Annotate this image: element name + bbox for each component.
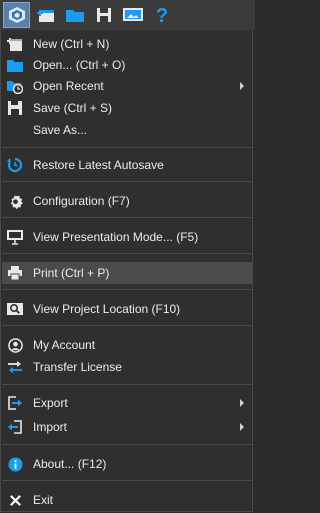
info-icon [7,456,23,472]
toolbar: ? [0,0,255,30]
open-button[interactable] [61,2,88,28]
menu-item-about[interactable]: About... (F12) [2,453,252,475]
location-icon [7,301,23,317]
save-button[interactable] [90,2,117,28]
menu-item-print[interactable]: Print (Ctrl + P) [2,262,252,284]
menu-separator [2,147,252,148]
menu-item-label: Open... (Ctrl + O) [33,58,126,72]
submenu-arrow-icon [240,423,244,431]
svg-text:?: ? [155,5,167,25]
app-logo-icon [8,7,25,23]
open-folder-icon [65,10,84,22]
menu-item-label: Import [33,420,68,434]
menu-separator [2,480,252,481]
menu-item-exit[interactable]: Exit [2,489,252,511]
file-menu: New (Ctrl + N) Open... (Ctrl + O) Open R… [0,30,253,512]
menu-item-project-location[interactable]: View Project Location (F10) [2,298,252,320]
account-icon [7,337,23,353]
menu-item-save[interactable]: Save (Ctrl + S) [2,97,252,119]
menu-separator [2,325,252,326]
menu-item-label: Export [33,396,68,410]
menu-item-label: View Project Location (F10) [33,302,181,316]
menu-separator [2,289,252,290]
help-button[interactable]: ? [148,2,175,28]
menu-item-label: Print (Ctrl + P) [33,266,110,280]
menu-item-label: Configuration (F7) [33,194,130,208]
printer-icon [7,265,23,281]
menu-separator [2,384,252,385]
menu-item-my-account[interactable]: My Account [2,334,252,356]
presentation-button[interactable] [119,2,146,28]
new-project-icon [36,10,54,22]
export-icon [7,395,23,411]
menu-item-label: Open Recent [33,79,104,93]
menu-item-import[interactable]: Import [2,416,252,438]
menu-separator [2,217,252,218]
submenu-arrow-icon [240,399,244,407]
menu-item-transfer-license[interactable]: Transfer License [2,356,252,378]
menu-separator [2,444,252,445]
menu-item-label: New (Ctrl + N) [33,37,110,51]
menu-item-label: My Account [33,338,96,352]
menu-item-label: Save As... [33,123,88,137]
presentation-icon [122,8,143,21]
menu-item-configuration[interactable]: Configuration (F7) [2,190,252,212]
menu-item-restore-autosave[interactable]: Restore Latest Autosave [2,154,252,176]
save-icon [96,8,111,22]
new-icon [7,36,23,52]
import-icon [7,419,23,435]
menu-item-label: About... (F12) [33,457,107,471]
recent-folder-icon [7,78,23,94]
close-icon [7,492,23,508]
menu-item-label: Save (Ctrl + S) [33,101,113,115]
transfer-icon [7,359,23,375]
menu-item-label: Transfer License [33,360,122,374]
menu-item-label: Restore Latest Autosave [33,158,164,172]
menu-item-open[interactable]: Open... (Ctrl + O) [2,54,252,76]
submenu-arrow-icon [240,82,244,90]
menu-item-export[interactable]: Export [2,392,252,414]
presentation-icon [7,229,23,245]
menu-separator [2,181,252,182]
app-menu-button[interactable] [3,2,30,28]
menu-item-label: View Presentation Mode... (F5) [33,230,199,244]
gear-icon [7,193,23,209]
new-project-button[interactable] [32,2,59,28]
help-icon: ? [155,5,167,25]
menu-separator [2,253,252,254]
menu-item-new[interactable]: New (Ctrl + N) [2,33,252,55]
save-icon [7,100,23,116]
restore-icon [7,157,23,173]
menu-item-open-recent[interactable]: Open Recent [2,75,252,97]
menu-item-label: Exit [33,493,54,507]
menu-item-presentation-mode[interactable]: View Presentation Mode... (F5) [2,226,252,248]
folder-icon [7,57,23,73]
menu-item-save-as[interactable]: Save As... [2,119,252,141]
